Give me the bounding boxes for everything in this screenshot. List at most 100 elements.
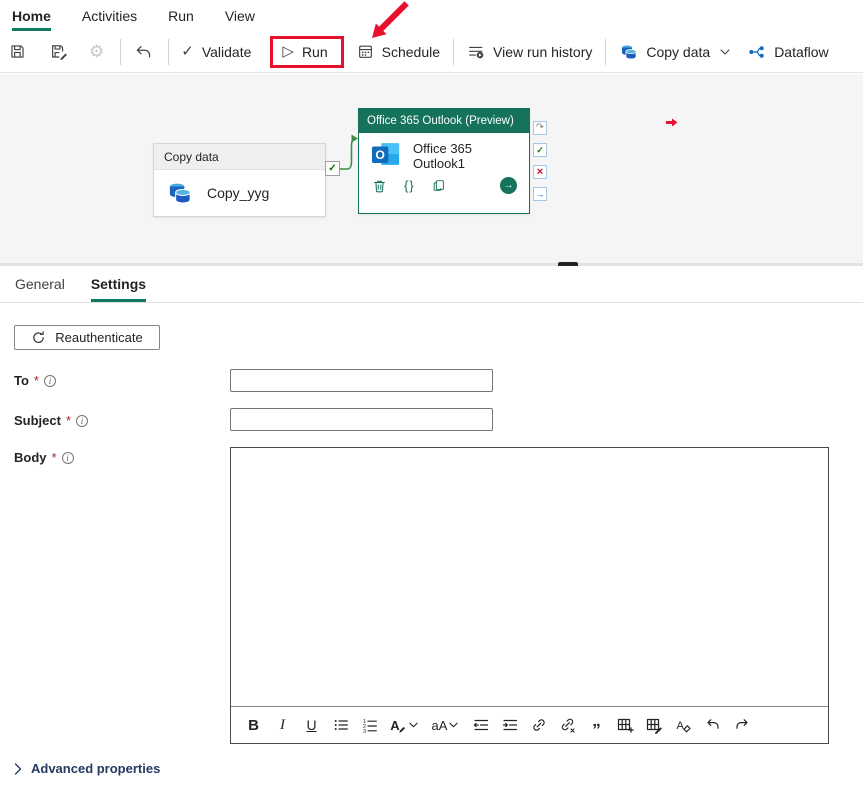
save-as-icon (50, 43, 68, 60)
reauthenticate-button[interactable]: Reauthenticate (14, 325, 160, 350)
outlook-name-line1: Office 365 (413, 141, 472, 156)
ribbon-toolbar: ⚙ ✓ Validate ▷ Run Schedule (0, 31, 863, 73)
menu-tab-run[interactable]: Run (168, 0, 194, 31)
insert-link-button[interactable] (527, 712, 550, 739)
remove-link-button[interactable] (556, 712, 579, 739)
run-label: Run (302, 44, 328, 60)
next-steps-icon[interactable]: → (500, 177, 517, 194)
to-field-label: To * i (14, 373, 56, 388)
schedule-button[interactable]: Schedule (357, 43, 440, 60)
copy-data-dropdown-button[interactable]: Copy data (620, 43, 730, 61)
toolbar-divider (120, 39, 121, 65)
view-run-history-button[interactable]: View run history (467, 43, 592, 60)
copy-data-activity-icon (167, 180, 193, 206)
dataflow-button[interactable]: Dataflow (748, 43, 828, 61)
subject-input[interactable] (230, 408, 493, 431)
body-field-label: Body * i (14, 450, 74, 465)
check-icon: ✓ (328, 163, 336, 174)
advanced-properties-label: Advanced properties (31, 761, 160, 776)
svg-text:3: 3 (363, 729, 366, 733)
gear-icon: ⚙ (89, 43, 104, 60)
validate-label: Validate (202, 44, 252, 60)
subject-field-label: Subject * i (14, 413, 88, 428)
bold-button[interactable]: B (242, 712, 265, 739)
dataflow-icon (748, 43, 766, 61)
outdent-button[interactable] (469, 712, 492, 739)
info-icon[interactable]: i (62, 452, 74, 464)
bullet-list-button[interactable] (329, 712, 352, 739)
outlook-icon: O (371, 141, 401, 168)
on-success-connector[interactable]: ✓ (325, 161, 340, 176)
on-fail-connector[interactable]: × (533, 165, 547, 179)
undo-button[interactable] (134, 43, 152, 61)
validate-button[interactable]: ✓ Validate (181, 44, 251, 60)
body-label-text: Body (14, 450, 47, 465)
copy-data-activity-node[interactable]: Copy data Copy_yyg (153, 143, 326, 217)
required-asterisk: * (66, 413, 71, 428)
undo-icon (134, 43, 152, 61)
menu-bar: Home Activities Run View (0, 0, 863, 31)
body-editor-textarea[interactable] (231, 448, 828, 706)
body-rich-text-editor: B I U 123 A aA (230, 447, 829, 744)
italic-button[interactable]: I (271, 712, 294, 739)
advanced-properties-expander[interactable]: Advanced properties (14, 761, 160, 776)
indent-button[interactable] (498, 712, 521, 739)
toolbar-divider (605, 39, 606, 65)
blockquote-button[interactable]: „ (585, 708, 608, 735)
toolbar-divider (453, 39, 454, 65)
to-input[interactable] (230, 369, 493, 392)
outlook-activity-name: Office 365 Outlook1 (413, 141, 472, 171)
on-skip-connector[interactable]: ↷ (533, 121, 547, 135)
red-pointer-arrow (666, 118, 678, 127)
menu-tab-view[interactable]: View (225, 0, 255, 31)
font-color-button[interactable]: A (387, 712, 421, 739)
toolbar-divider (168, 39, 169, 65)
schedule-label: Schedule (382, 44, 440, 60)
menu-tab-home[interactable]: Home (12, 0, 51, 31)
font-size-button[interactable]: aA (427, 712, 463, 739)
tab-general[interactable]: General (15, 266, 65, 302)
chevron-down-icon (720, 49, 730, 55)
info-icon[interactable]: i (76, 415, 88, 427)
numbered-list-button[interactable]: 123 (358, 712, 381, 739)
refresh-icon (31, 330, 46, 345)
on-success-state-connector[interactable]: ✓ (533, 143, 547, 157)
to-label-text: To (14, 373, 29, 388)
settings-button[interactable]: ⚙ (89, 43, 104, 60)
save-icon (9, 43, 26, 60)
info-icon[interactable]: i (44, 375, 56, 387)
subject-label-text: Subject (14, 413, 61, 428)
on-completion-connector[interactable]: → (533, 187, 547, 201)
menu-tab-activities[interactable]: Activities (82, 0, 137, 31)
underline-button[interactable]: U (300, 712, 323, 739)
required-asterisk: * (52, 450, 57, 465)
copy-data-label: Copy data (646, 44, 710, 60)
save-button[interactable] (9, 43, 26, 60)
outlook-activity-header: Office 365 Outlook (Preview) (359, 109, 529, 133)
run-button[interactable]: ▷ Run (282, 44, 327, 60)
insert-table-button[interactable] (614, 712, 637, 739)
duplicate-activity-icon[interactable] (432, 178, 446, 193)
play-icon: ▷ (282, 44, 294, 59)
clear-formatting-button[interactable]: A (672, 712, 695, 739)
outlook-activity-node[interactable]: Office 365 Outlook (Preview) O Office 36… (358, 108, 530, 214)
delete-activity-icon[interactable] (372, 178, 387, 194)
outlook-name-line2: Outlook1 (413, 156, 472, 171)
code-braces-icon[interactable]: {} (404, 178, 415, 193)
save-as-button[interactable] (50, 43, 68, 60)
edit-table-button[interactable] (643, 712, 666, 739)
copy-activity-name: Copy_yyg (207, 185, 269, 201)
pipeline-canvas: Copy data Copy_yyg ✓ Office 365 Outlook … (0, 74, 863, 263)
editor-redo-button[interactable] (730, 712, 753, 739)
font-size-glyph: aA (432, 718, 448, 733)
run-history-icon (467, 43, 485, 60)
svg-text:O: O (375, 148, 384, 162)
svg-text:A: A (677, 720, 685, 732)
panel-tab-bar: General Settings (0, 266, 863, 303)
dataflow-label: Dataflow (774, 44, 828, 60)
view-run-history-label: View run history (493, 44, 592, 60)
editor-undo-button[interactable] (701, 712, 724, 739)
properties-panel: General Settings Reauthenticate To * i S… (0, 266, 863, 805)
tab-settings[interactable]: Settings (91, 266, 146, 302)
reauthenticate-label: Reauthenticate (55, 330, 142, 345)
